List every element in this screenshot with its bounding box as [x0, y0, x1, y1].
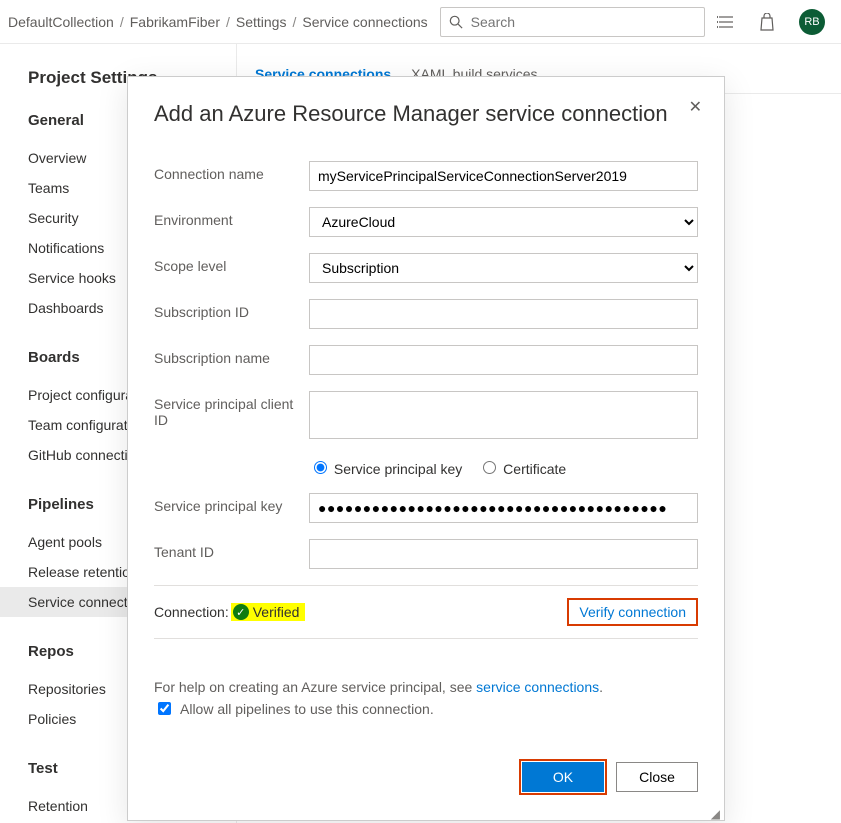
breadcrumb-separator: / [226, 14, 230, 30]
radio-sp-key[interactable]: Service principal key [309, 458, 462, 477]
breadcrumb-item[interactable]: Settings [236, 14, 287, 30]
search-box[interactable] [440, 7, 705, 37]
resize-grip[interactable]: ◢ [711, 810, 720, 818]
dialog-title: Add an Azure Resource Manager service co… [154, 101, 698, 127]
main-area: Service connections XAML build services … [237, 44, 841, 823]
label-tenant-id: Tenant ID [154, 539, 309, 560]
select-environment[interactable]: AzureCloud [309, 207, 698, 237]
input-subscription-name[interactable] [309, 345, 698, 375]
input-connection-name[interactable] [309, 161, 698, 191]
add-connection-dialog: ✕ Add an Azure Resource Manager service … [127, 76, 725, 821]
label-sp-key: Service principal key [154, 493, 309, 514]
input-tenant-id[interactable] [309, 539, 698, 569]
verified-text: Verified [253, 604, 300, 620]
shopping-bag-icon[interactable] [759, 13, 775, 31]
input-subscription-id[interactable] [309, 299, 698, 329]
breadcrumb-item[interactable]: Service connections [302, 14, 427, 30]
label-connection-name: Connection name [154, 161, 309, 182]
top-bar: DefaultCollection / FabrikamFiber / Sett… [0, 0, 841, 44]
verified-badge: ✓ Verified [231, 603, 306, 621]
help-text: For help on creating an Azure service pr… [154, 679, 698, 695]
verify-connection-button[interactable]: Verify connection [567, 598, 698, 626]
check-icon: ✓ [233, 604, 249, 620]
connection-label: Connection: [154, 604, 229, 620]
label-sp-client-id: Service principal client ID [154, 391, 309, 428]
service-connections-link[interactable]: service connections [476, 679, 599, 695]
label-environment: Environment [154, 207, 309, 228]
ok-button[interactable]: OK [522, 762, 604, 792]
breadcrumb-item[interactable]: FabrikamFiber [130, 14, 220, 30]
breadcrumb: DefaultCollection / FabrikamFiber / Sett… [8, 14, 428, 30]
label-subscription-id: Subscription ID [154, 299, 309, 320]
select-scope-level[interactable]: Subscription [309, 253, 698, 283]
allow-all-label: Allow all pipelines to use this connecti… [180, 701, 434, 717]
close-icon[interactable]: ✕ [689, 97, 702, 117]
input-sp-key[interactable] [309, 493, 698, 523]
allow-all-checkbox[interactable]: Allow all pipelines to use this connecti… [154, 699, 698, 718]
breadcrumb-separator: / [120, 14, 124, 30]
close-button[interactable]: Close [616, 762, 698, 792]
avatar[interactable]: RB [799, 9, 825, 35]
breadcrumb-separator: / [292, 14, 296, 30]
input-sp-client-id[interactable] [309, 391, 698, 439]
list-icon[interactable] [717, 15, 735, 29]
allow-all-input[interactable] [158, 702, 171, 715]
radio-certificate[interactable]: Certificate [478, 458, 566, 477]
breadcrumb-item[interactable]: DefaultCollection [8, 14, 114, 30]
top-actions: RB [717, 9, 833, 35]
search-input[interactable] [469, 13, 696, 31]
search-icon [449, 15, 463, 29]
label-subscription-name: Subscription name [154, 345, 309, 366]
label-scope-level: Scope level [154, 253, 309, 274]
